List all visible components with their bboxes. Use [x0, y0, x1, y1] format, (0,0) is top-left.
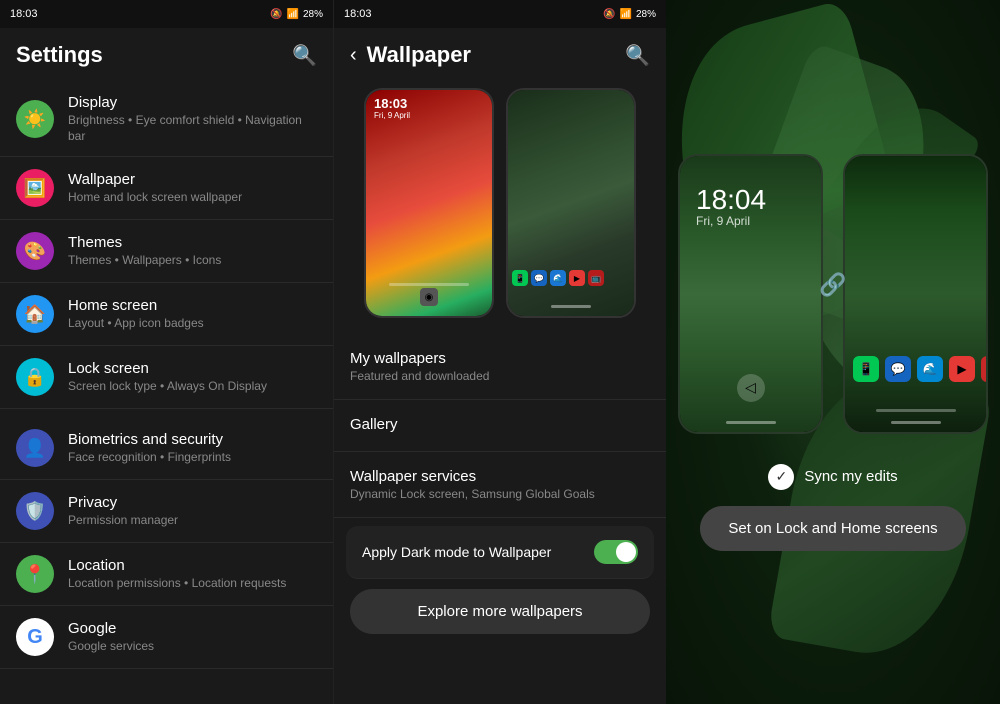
wallpaper-title: Wallpaper: [68, 171, 317, 188]
privacy-sub: Permission manager: [68, 513, 317, 529]
display-sub: Brightness • Eye comfort shield • Naviga…: [68, 113, 317, 144]
wallpaper-panel: 18:03 🔕 📶 28% ‹ Wallpaper 🔍 18:03 Fri, 9…: [333, 0, 666, 704]
biometrics-title: Biometrics and security: [68, 431, 317, 448]
status-icons-1: 🔕 📶 28%: [270, 9, 323, 20]
wallpaper-services-label: Wallpaper services: [350, 468, 650, 485]
sync-check-icon: ✓: [768, 464, 794, 490]
display-icon: ☀️: [16, 100, 54, 138]
explore-wallpapers-button[interactable]: Explore more wallpapers: [350, 589, 650, 634]
preview-lock-date: Fri, 9 April: [374, 111, 410, 120]
preview-panel: 18:04 Fri, 9 April ◁ 📱 💬 🌊 ▶ 📺: [666, 0, 1000, 704]
home-dock-browser: 🌊: [917, 356, 943, 382]
location-sub: Location permissions • Location requests: [68, 576, 317, 592]
status-bar-1: 18:03 🔕 📶 28%: [0, 0, 333, 28]
google-icon: G: [16, 618, 54, 656]
dark-mode-label: Apply Dark mode to Wallpaper: [362, 544, 551, 560]
home-screen-preview[interactable]: 📱 💬 🌊 ▶ 📺: [506, 88, 636, 318]
my-wallpapers-sub: Featured and downloaded: [350, 369, 650, 383]
lock-icon: 🔒: [16, 358, 54, 396]
google-sub: Google services: [68, 639, 317, 655]
my-wallpapers-option[interactable]: My wallpapers Featured and downloaded: [334, 334, 666, 400]
biometrics-sub: Face recognition • Fingerprints: [68, 450, 317, 466]
location-icon: 📍: [16, 555, 54, 593]
status-bar-2: 18:03 🔕 📶 28%: [334, 0, 666, 28]
back-button[interactable]: ‹: [350, 44, 357, 67]
settings-item-google[interactable]: G Google Google services: [0, 606, 333, 669]
home-title: Home screen: [68, 297, 317, 314]
lock-screen-preview[interactable]: 18:03 Fri, 9 April ◉: [364, 88, 494, 318]
themes-title: Themes: [68, 234, 317, 251]
privacy-icon: 🛡️: [16, 492, 54, 530]
themes-icon: 🎨: [16, 232, 54, 270]
settings-panel: 18:03 🔕 📶 28% Settings 🔍 ☀️ Display Brig…: [0, 0, 333, 704]
preview-lock-time: 18:03: [374, 96, 410, 111]
big-home-preview[interactable]: 📱 💬 🌊 ▶ 📺: [843, 154, 988, 434]
status-icons-2: 🔕 📶 28%: [603, 9, 656, 20]
lock-sub: Screen lock type • Always On Display: [68, 379, 317, 395]
settings-item-location[interactable]: 📍 Location Location permissions • Locati…: [0, 543, 333, 606]
lock-title: Lock screen: [68, 360, 317, 377]
settings-item-biometrics[interactable]: 👤 Biometrics and security Face recogniti…: [0, 417, 333, 480]
settings-item-wallpaper[interactable]: 🖼️ Wallpaper Home and lock screen wallpa…: [0, 157, 333, 220]
settings-item-home[interactable]: 🏠 Home screen Layout • App icon badges: [0, 283, 333, 346]
wallpaper-icon: 🖼️: [16, 169, 54, 207]
wallpaper-panel-title: Wallpaper: [367, 42, 471, 68]
set-wallpaper-button[interactable]: Set on Lock and Home screens: [700, 506, 965, 551]
settings-item-themes[interactable]: 🎨 Themes Themes • Wallpapers • Icons: [0, 220, 333, 283]
themes-sub: Themes • Wallpapers • Icons: [68, 253, 317, 269]
biometrics-icon: 👤: [16, 429, 54, 467]
home-dock-play: ▶: [949, 356, 975, 382]
wallpaper-header: ‹ Wallpaper 🔍: [334, 28, 666, 78]
my-wallpapers-label: My wallpapers: [350, 350, 650, 367]
toggle-knob: [616, 542, 636, 562]
settings-item-display[interactable]: ☀️ Display Brightness • Eye comfort shie…: [0, 82, 333, 157]
big-lock-time: 18:04: [696, 186, 766, 214]
privacy-title: Privacy: [68, 494, 317, 511]
big-lock-date: Fri, 9 April: [696, 214, 766, 228]
home-icon: 🏠: [16, 295, 54, 333]
wallpaper-options-list: My wallpapers Featured and downloaded Ga…: [334, 334, 666, 704]
wallpaper-services-option[interactable]: Wallpaper services Dynamic Lock screen, …: [334, 452, 666, 518]
home-dock-phone: 📱: [853, 356, 879, 382]
location-title: Location: [68, 557, 317, 574]
link-icon: 🔗: [819, 272, 846, 298]
wallpaper-sub: Home and lock screen wallpaper: [68, 190, 317, 206]
status-time-2: 18:03: [344, 8, 372, 20]
home-sub: Layout • App icon badges: [68, 316, 317, 332]
settings-header: Settings 🔍: [0, 28, 333, 78]
display-title: Display: [68, 94, 317, 111]
settings-item-lock[interactable]: 🔒 Lock screen Screen lock type • Always …: [0, 346, 333, 409]
lock-screen-back-btn: ◁: [737, 374, 765, 402]
wallpaper-previews: 18:03 Fri, 9 April ◉ 📱 💬 🌊 ▶ 📺: [334, 78, 666, 334]
status-time-1: 18:03: [10, 8, 38, 20]
big-lock-preview[interactable]: 18:04 Fri, 9 April ◁: [678, 154, 823, 434]
settings-search-icon[interactable]: 🔍: [292, 43, 317, 68]
settings-list: ☀️ Display Brightness • Eye comfort shie…: [0, 78, 333, 704]
home-dock-msg: 💬: [885, 356, 911, 382]
settings-title: Settings: [16, 42, 103, 68]
sync-row: ✓ Sync my edits: [768, 464, 897, 490]
wallpaper-search-icon[interactable]: 🔍: [625, 43, 650, 68]
google-title: Google: [68, 620, 317, 637]
wallpaper-services-sub: Dynamic Lock screen, Samsung Global Goal…: [350, 487, 650, 501]
dark-mode-toggle-row: Apply Dark mode to Wallpaper: [346, 526, 654, 579]
gallery-label: Gallery: [350, 416, 650, 433]
sync-label: Sync my edits: [804, 468, 897, 485]
gallery-option[interactable]: Gallery: [334, 400, 666, 452]
settings-item-privacy[interactable]: 🛡️ Privacy Permission manager: [0, 480, 333, 543]
dark-mode-toggle[interactable]: [594, 540, 638, 564]
home-dock-yt: 📺: [981, 356, 988, 382]
